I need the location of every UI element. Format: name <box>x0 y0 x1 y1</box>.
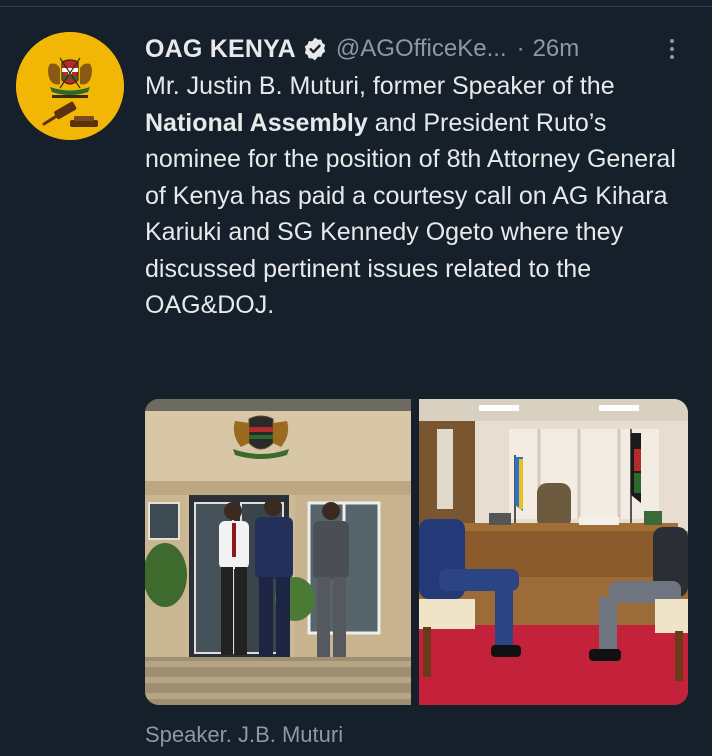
more-options-icon[interactable] <box>662 34 682 64</box>
photo-building-entrance[interactable] <box>145 399 411 705</box>
tweet[interactable]: OAG KENYA @AGOfficeKe... · 26m Mr. Justi… <box>0 0 712 756</box>
separator-dot: · <box>516 35 525 62</box>
media-grid[interactable] <box>145 399 688 705</box>
tweet-text: Mr. Justin B. Muturi, former Speaker of … <box>145 68 690 324</box>
logo-text-strip <box>52 95 88 98</box>
verified-badge-icon <box>304 37 326 61</box>
avatar[interactable] <box>16 32 124 140</box>
author-name[interactable]: OAG KENYA <box>145 35 296 64</box>
timestamp[interactable]: 26m <box>533 35 580 63</box>
tweet-text-part1: Mr. Justin B. Muturi, former Speaker of … <box>145 72 615 100</box>
coat-of-arms-icon <box>16 32 124 140</box>
photo-office-meeting[interactable] <box>419 399 688 705</box>
media-caption: Speaker. J.B. Muturi <box>145 722 344 747</box>
tweet-text-part2: and President Ruto’s nominee for the pos… <box>145 108 676 320</box>
author-handle[interactable]: @AGOfficeKe... <box>336 35 507 63</box>
tweet-text-bold: National Assembly <box>145 108 368 137</box>
tweet-header: OAG KENYA @AGOfficeKe... · 26m <box>145 34 579 64</box>
